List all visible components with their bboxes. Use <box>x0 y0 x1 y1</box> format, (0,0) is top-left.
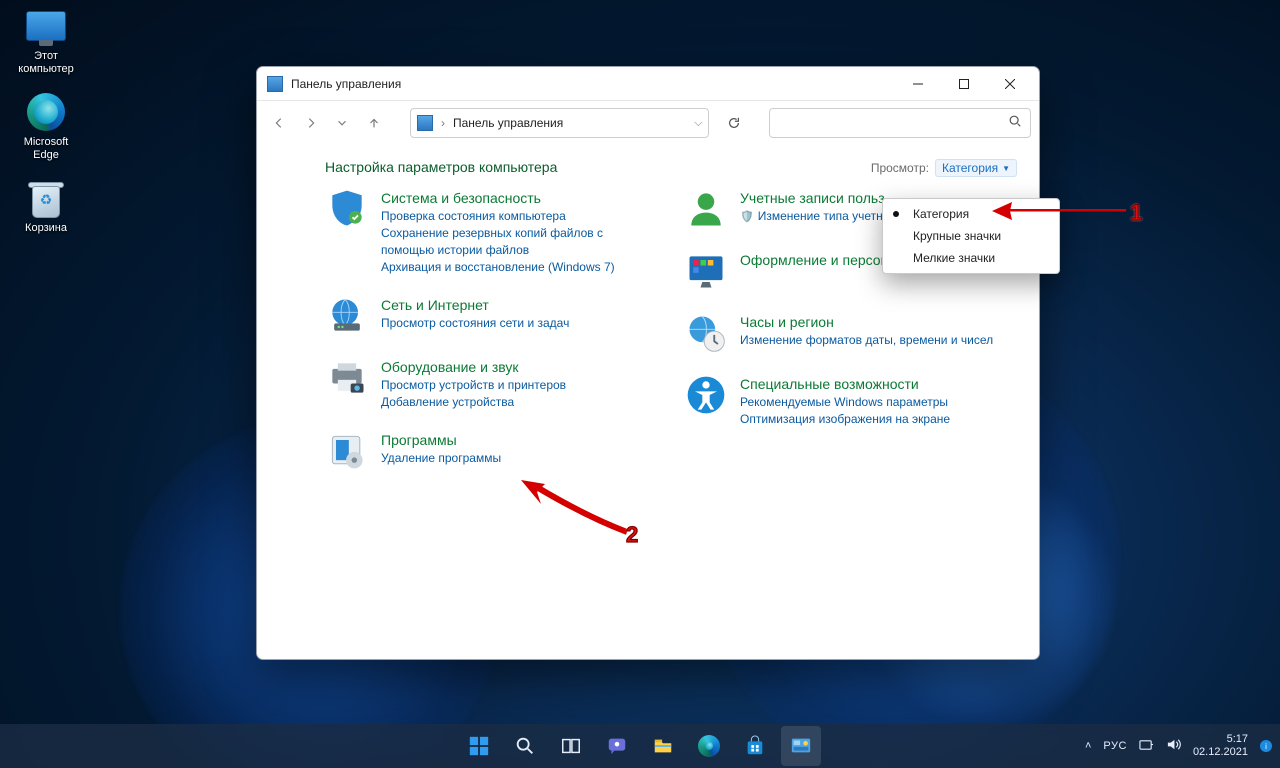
category-link[interactable]: Оптимизация изображения на экране <box>740 411 950 428</box>
control-panel-window: Панель управления › Панель управления ⌵ <box>256 66 1040 660</box>
control-panel-icon <box>417 115 433 131</box>
user-icon <box>684 187 728 231</box>
categories-column-left: Система и безопасность Проверка состояни… <box>325 187 654 491</box>
annotation-number-2: 2 <box>626 522 638 548</box>
category-title[interactable]: Учетные записи польз <box>740 190 885 206</box>
start-button[interactable] <box>459 726 499 766</box>
titlebar[interactable]: Панель управления <box>257 67 1039 101</box>
view-by-control: Просмотр: Категория ▼ <box>871 159 1017 177</box>
category-link[interactable]: Проверка состояния компьютера <box>381 208 654 225</box>
volume-icon[interactable] <box>1166 737 1181 755</box>
view-by-label: Просмотр: <box>871 161 929 175</box>
task-view-button[interactable] <box>551 726 591 766</box>
close-button[interactable] <box>987 69 1033 99</box>
clock-date: 02.12.2021 <box>1193 746 1248 759</box>
address-bar[interactable]: › Панель управления ⌵ <box>410 108 709 138</box>
category-link[interactable]: Изменение форматов даты, времени и чисел <box>740 332 993 349</box>
breadcrumb[interactable]: Панель управления <box>453 116 563 130</box>
category-hardware-sound: Оборудование и звук Просмотр устройств и… <box>325 356 654 411</box>
category-title[interactable]: Специальные возможности <box>740 376 919 392</box>
search-icon[interactable] <box>1008 114 1022 133</box>
taskbar: ˄ РУС 5:17 02.12.2021 i <box>0 724 1280 768</box>
clock[interactable]: 5:17 02.12.2021 <box>1193 733 1248 759</box>
appearance-icon <box>684 249 728 293</box>
network-icon[interactable] <box>1139 737 1154 755</box>
clock-time: 5:17 <box>1193 733 1248 746</box>
taskbar-chat[interactable] <box>597 726 637 766</box>
accessibility-icon <box>684 373 728 417</box>
clock-globe-icon <box>684 311 728 355</box>
desktop-icon-label: Microsoft Edge <box>8 136 84 162</box>
view-by-dropdown[interactable]: Категория ▼ <box>935 159 1017 177</box>
maximize-button[interactable] <box>941 69 987 99</box>
refresh-button[interactable] <box>719 108 749 138</box>
shield-uac-icon: 🛡️ <box>740 210 754 223</box>
menu-item-label: Категория <box>913 207 969 221</box>
taskbar-store[interactable] <box>735 726 775 766</box>
category-title[interactable]: Часы и регион <box>740 314 834 330</box>
menu-item-label: Крупные значки <box>913 229 1001 243</box>
navigation-bar: › Панель управления ⌵ <box>257 101 1039 145</box>
programs-icon <box>325 429 369 473</box>
category-title[interactable]: Программы <box>381 432 457 448</box>
view-by-menu: Категория Крупные значки Мелкие значки <box>882 198 1060 274</box>
tray-overflow-button[interactable]: ˄ <box>1085 740 1091 752</box>
minimize-button[interactable] <box>895 69 941 99</box>
category-ease-of-access: Специальные возможности Рекомендуемые Wi… <box>684 373 1013 428</box>
category-clock-region: Часы и регион Изменение форматов даты, в… <box>684 311 1013 355</box>
language-indicator[interactable]: РУС <box>1103 740 1127 752</box>
control-panel-icon <box>267 76 283 92</box>
menu-item-category[interactable]: Категория <box>883 203 1059 225</box>
category-link[interactable]: Рекомендуемые Windows параметры <box>740 394 950 411</box>
taskbar-center <box>459 726 821 766</box>
menu-item-large-icons[interactable]: Крупные значки <box>883 225 1059 247</box>
printer-icon <box>325 356 369 400</box>
search-input[interactable] <box>778 116 1008 130</box>
window-title: Панель управления <box>291 77 895 91</box>
monitor-icon <box>24 4 68 48</box>
category-link[interactable]: Просмотр устройств и принтеров <box>381 377 566 394</box>
recent-locations-button[interactable] <box>329 109 357 137</box>
category-link[interactable]: Добавление устройства <box>381 394 566 411</box>
desktop-icon-label: Этот компьютер <box>8 50 84 76</box>
shield-icon <box>325 187 369 231</box>
menu-item-small-icons[interactable]: Мелкие значки <box>883 247 1059 269</box>
globe-icon <box>325 294 369 338</box>
up-button[interactable] <box>360 109 388 137</box>
taskbar-tray: ˄ РУС 5:17 02.12.2021 i <box>1085 733 1272 759</box>
category-system-security: Система и безопасность Проверка состояни… <box>325 187 654 276</box>
search-box[interactable] <box>769 108 1031 138</box>
bin-icon: ♻ <box>24 176 68 220</box>
desktop-icon-label: Корзина <box>8 222 84 235</box>
forward-button[interactable] <box>297 109 325 137</box>
edge-icon <box>24 90 68 134</box>
desktop-icon-recycle-bin[interactable]: ♻ Корзина <box>8 176 84 235</box>
taskbar-search[interactable] <box>505 726 545 766</box>
taskbar-control-panel[interactable] <box>781 726 821 766</box>
category-title[interactable]: Оборудование и звук <box>381 359 519 375</box>
category-link[interactable]: Архивация и восстановление (Windows 7) <box>381 259 654 276</box>
view-by-value: Категория <box>942 161 998 175</box>
bullet-selected-icon <box>893 211 899 217</box>
back-button[interactable] <box>265 109 293 137</box>
category-title[interactable]: Сеть и Интернет <box>381 297 489 313</box>
desktop-icons: Этот компьютер Microsoft Edge ♻ Корзина <box>8 4 88 249</box>
taskbar-explorer[interactable] <box>643 726 683 766</box>
menu-item-label: Мелкие значки <box>913 251 995 265</box>
notification-badge-icon[interactable]: i <box>1260 740 1272 752</box>
category-programs: Программы Удаление программы <box>325 429 654 473</box>
desktop-icon-this-pc[interactable]: Этот компьютер <box>8 4 84 76</box>
category-link[interactable]: Просмотр состояния сети и задач <box>381 315 569 332</box>
chevron-right-icon: › <box>441 116 445 130</box>
category-link[interactable]: Сохранение резервных копий файлов с помо… <box>381 225 654 259</box>
annotation-number-1: 1 <box>1130 200 1142 226</box>
chevron-down-icon[interactable]: ⌵ <box>694 117 702 130</box>
category-link[interactable]: Удаление программы <box>381 450 501 467</box>
triangle-down-icon: ▼ <box>1002 164 1010 173</box>
taskbar-edge[interactable] <box>689 726 729 766</box>
category-title[interactable]: Система и безопасность <box>381 190 541 206</box>
desktop-icon-edge[interactable]: Microsoft Edge <box>8 90 84 162</box>
category-network: Сеть и Интернет Просмотр состояния сети … <box>325 294 654 338</box>
